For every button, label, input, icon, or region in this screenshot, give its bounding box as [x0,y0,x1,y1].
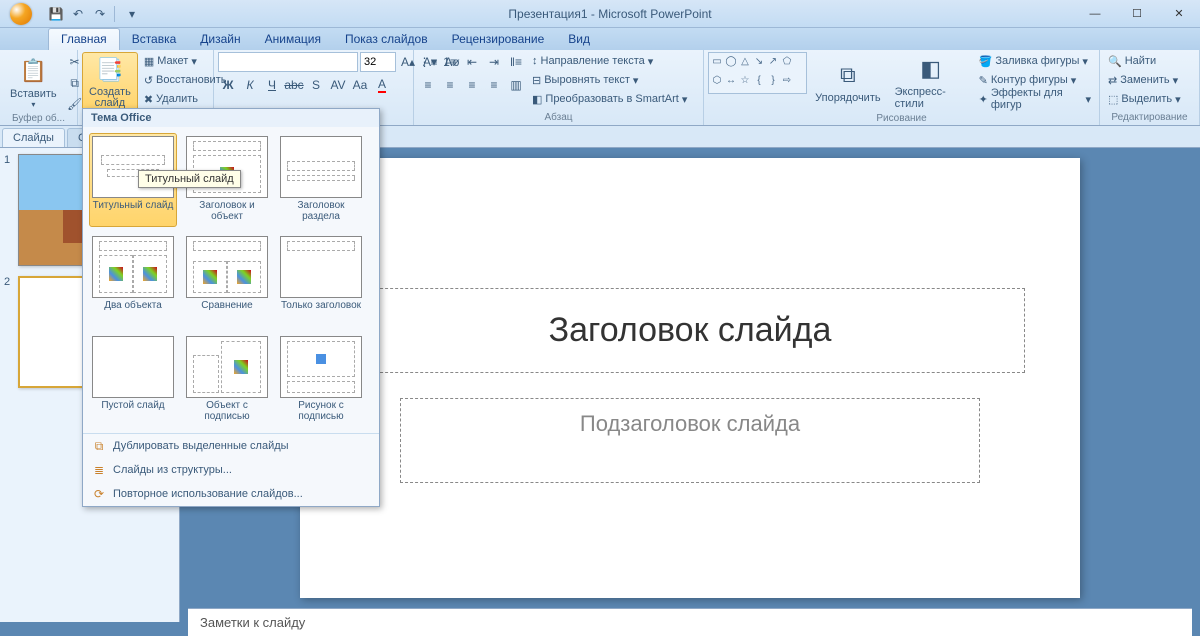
qat-separator [114,6,118,22]
char-spacing-button[interactable]: AV [328,75,348,95]
decrease-indent-button[interactable]: ⇤ [462,52,482,72]
layout-content-caption[interactable]: Объект с подписью [183,333,271,427]
new-slide-icon: 📑 [95,55,125,85]
paste-button[interactable]: 📋 Вставить ▾ [4,52,63,112]
align-text-button[interactable]: ⊟ Выровнять текст ▾ [528,71,691,89]
subtitle-placeholder[interactable]: Подзаголовок слайда [400,398,980,483]
layout-two-content[interactable]: Два объекта [89,233,177,327]
layout-tooltip: Титульный слайд [138,170,241,188]
new-slide-button[interactable]: 📑 Создать слайд [82,52,138,112]
layout-gallery-popup: Тема Office Титульный слайд Заголовок и … [82,108,380,507]
title-placeholder[interactable]: Заголовок слайда [355,288,1025,373]
maximize-button[interactable]: ☐ [1116,3,1158,25]
slide-number: 1 [4,154,14,166]
new-slide-label: Создать слайд [89,87,131,109]
font-color-button[interactable]: A [372,75,392,95]
slide-canvas[interactable]: Заголовок слайда Подзаголовок слайда [300,158,1080,598]
align-right-button[interactable]: ≡ [462,75,482,95]
tab-review[interactable]: Рецензирование [440,29,557,50]
reuse-slides-menu[interactable]: ⟳ Повторное использование слайдов... [83,482,379,506]
layout-blank[interactable]: Пустой слайд [89,333,177,427]
bullets-button[interactable]: ⋮≡ [418,52,438,72]
paste-icon: 📋 [18,56,48,86]
justify-button[interactable]: ≡ [484,75,504,95]
arrange-button[interactable]: ⧉ Упорядочить [809,52,886,112]
line-spacing-button[interactable]: ‖≡ [506,52,526,72]
quick-styles-button[interactable]: ◧ Экспресс-стили [889,52,973,112]
arrange-icon: ⧉ [833,60,863,90]
ribbon-tabs: Главная Вставка Дизайн Анимация Показ сл… [0,28,1200,50]
drawing-group-label: Рисование [708,112,1095,125]
reuse-icon: ⟳ [91,486,107,502]
layout-section-header[interactable]: Заголовок раздела [277,133,365,227]
tab-insert[interactable]: Вставка [120,29,189,50]
text-direction-button[interactable]: ↕ Направление текста ▾ [528,52,691,70]
group-paragraph: ⋮≡ 1≡ ⇤ ⇥ ‖≡ ≡ ≡ ≡ ≡ ▥ ↕ Направление тек… [414,50,704,125]
layout-comparison[interactable]: Сравнение [183,233,271,327]
popup-theme-header: Тема Office [83,109,379,127]
group-drawing: ▭◯△↘↗⬠ ⬡↔☆{}⇨ ⧉ Упорядочить ◧ Экспресс-с… [704,50,1100,125]
quick-styles-icon: ◧ [916,54,946,84]
slides-from-outline-menu[interactable]: ≣ Слайды из структуры... [83,458,379,482]
paragraph-group-label: Абзац [418,111,699,125]
subtitle-text: Подзаголовок слайда [580,411,800,437]
slides-sidetab[interactable]: Слайды [2,128,65,147]
paste-label: Вставить [10,88,57,100]
undo-qat[interactable]: ↶ [68,4,88,24]
outline-icon: ≣ [91,462,107,478]
clipboard-group-label: Буфер об... [4,112,73,125]
window-controls: — ☐ ✕ [1074,3,1200,25]
notes-placeholder: Заметки к слайду [200,615,305,630]
title-bar: 💾 ↶ ↷ ▾ Презентация1 - Microsoft PowerPo… [0,0,1200,28]
quick-access-toolbar: 💾 ↶ ↷ ▾ [42,4,146,24]
title-text: Заголовок слайда [549,311,832,350]
change-case-button[interactable]: Aa [350,75,370,95]
tab-home[interactable]: Главная [48,28,120,50]
editing-group-label: Редактирование [1104,111,1195,125]
font-size-select[interactable]: 32 [360,52,396,72]
convert-smartart-button[interactable]: ◧ Преобразовать в SmartArt ▾ [528,90,691,108]
group-editing: 🔍 Найти ⇄ Заменить ▾ ⬚ Выделить ▾ Редакт… [1100,50,1200,125]
popup-footer-menu: ⧉ Дублировать выделенные слайды ≣ Слайды… [83,433,379,506]
group-clipboard: 📋 Вставить ▾ ✂ ⧉ 🖌 Буфер об... [0,50,78,125]
tab-animation[interactable]: Анимация [253,29,333,50]
underline-button[interactable]: Ч [262,75,282,95]
find-button[interactable]: 🔍 Найти [1104,52,1185,70]
qat-customize[interactable]: ▾ [122,4,142,24]
office-orb-icon [10,3,32,25]
duplicate-slides-menu[interactable]: ⧉ Дублировать выделенные слайды [83,434,379,458]
minimize-button[interactable]: — [1074,3,1116,25]
select-button[interactable]: ⬚ Выделить ▾ [1104,90,1185,108]
shapes-gallery[interactable]: ▭◯△↘↗⬠ ⬡↔☆{}⇨ [708,52,807,94]
font-family-select[interactable] [218,52,358,72]
tab-design[interactable]: Дизайн [188,29,252,50]
layout-picture-caption[interactable]: Рисунок с подписью [277,333,365,427]
align-center-button[interactable]: ≡ [440,75,460,95]
tab-view[interactable]: Вид [556,29,602,50]
shadow-button[interactable]: S [306,75,326,95]
layout-title-only[interactable]: Только заголовок [277,233,365,327]
shape-fill-button[interactable]: 🪣 Заливка фигуры ▾ [975,52,1095,70]
replace-button[interactable]: ⇄ Заменить ▾ [1104,71,1185,89]
office-button[interactable] [0,0,42,28]
bold-button[interactable]: Ж [218,75,238,95]
strike-button[interactable]: abc [284,75,304,95]
duplicate-icon: ⧉ [91,438,107,454]
tab-slideshow[interactable]: Показ слайдов [333,29,440,50]
numbering-button[interactable]: 1≡ [440,52,460,72]
slide-number: 2 [4,276,14,288]
redo-qat[interactable]: ↷ [90,4,110,24]
window-title: Презентация1 - Microsoft PowerPoint [146,7,1074,21]
shape-effects-button[interactable]: ✦ Эффекты для фигур ▾ [975,90,1095,108]
notes-pane[interactable]: Заметки к слайду [188,608,1192,636]
italic-button[interactable]: К [240,75,260,95]
columns-button[interactable]: ▥ [506,75,526,95]
save-qat[interactable]: 💾 [46,4,66,24]
align-left-button[interactable]: ≡ [418,75,438,95]
increase-indent-button[interactable]: ⇥ [484,52,504,72]
close-button[interactable]: ✕ [1158,3,1200,25]
